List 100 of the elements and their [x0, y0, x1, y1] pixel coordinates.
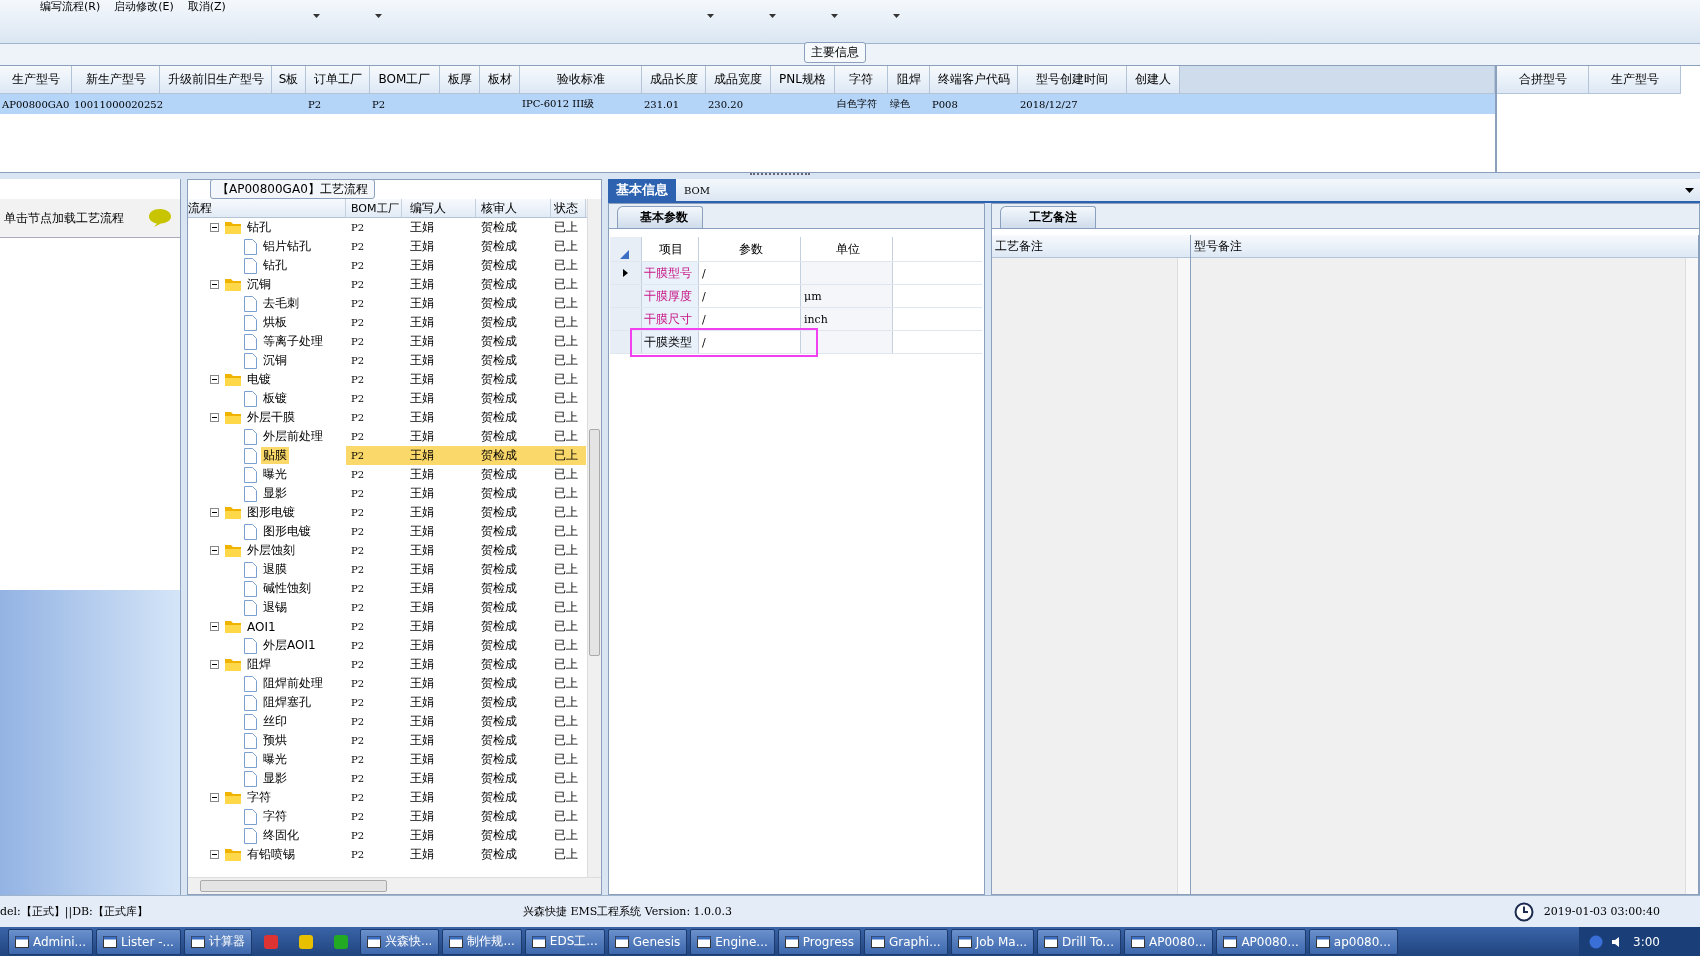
menu-item[interactable]: 取消(Z) [187, 0, 226, 13]
column-header[interactable]: 订单工厂 [306, 66, 370, 94]
taskbar-button[interactable]: Job Ma... [950, 928, 1035, 955]
column-header[interactable]: BOM工厂 [346, 199, 402, 217]
column-header[interactable]: PNL规格 [771, 66, 835, 94]
collapse-icon[interactable] [210, 622, 219, 631]
app-icon[interactable] [297, 933, 314, 950]
taskbar-button[interactable]: Engine... [690, 928, 775, 955]
tree-item[interactable]: 等离子处理 [261, 333, 325, 350]
tree-item[interactable]: 碱性蚀刻 [261, 580, 313, 597]
column-header[interactable]: 成品长度 [642, 66, 706, 94]
column-header[interactable]: 成品宽度 [706, 66, 771, 94]
tree-item[interactable]: 外层前处理 [261, 428, 325, 445]
tree-item[interactable]: 板镀 [261, 390, 289, 407]
table-cell[interactable]: μm [804, 289, 822, 303]
column-header[interactable]: 创建人 [1127, 66, 1180, 94]
taskbar-button[interactable]: Lister -... [96, 928, 181, 955]
tree-item[interactable]: 字符 [245, 789, 273, 806]
tree-item[interactable]: 曝光 [261, 466, 289, 483]
dropdown-arrow-icon[interactable] [375, 14, 382, 18]
column-header[interactable]: 流程 [188, 199, 346, 217]
clock-text[interactable]: 3:00 [1633, 934, 1660, 949]
tree-item[interactable]: 外层AOI1 [261, 637, 318, 654]
menu-item[interactable]: 编写流程(R) [40, 0, 101, 13]
tree-item[interactable]: 阻焊塞孔 [261, 694, 313, 711]
collapse-icon[interactable] [210, 413, 219, 422]
tree-item[interactable]: 外层蚀刻 [245, 542, 297, 559]
column-header[interactable]: 核审人 [476, 199, 551, 217]
table-row[interactable]: 干膜型号 / [610, 262, 982, 285]
column-header[interactable]: 合拼型号 [1497, 66, 1589, 94]
dropdown-arrow-icon[interactable] [707, 14, 714, 18]
taskbar-button[interactable]: AP0080... [1216, 928, 1306, 955]
tree-item[interactable]: 沉铜 [261, 352, 289, 369]
tree-item[interactable]: 预烘 [261, 732, 289, 749]
column-header[interactable]: 单位 [801, 237, 893, 261]
column-header[interactable]: 板材 [480, 66, 520, 94]
table-cell[interactable]: / [702, 312, 706, 326]
tree-item[interactable]: 电镀 [245, 371, 273, 388]
tab[interactable]: 基本参数 [617, 206, 703, 228]
tree-item[interactable]: 外层干膜 [245, 409, 297, 426]
taskbar-button[interactable]: Progress [777, 928, 862, 955]
column-header[interactable]: 状态 [551, 199, 586, 217]
tree-item[interactable]: 有铅喷锡 [245, 846, 297, 863]
tree-item[interactable]: 贴膜 [261, 447, 289, 464]
taskbar-button[interactable]: 制作规... [442, 928, 522, 955]
column-header[interactable]: 型号创建时间 [1018, 66, 1127, 94]
tree-item[interactable]: 字符 [261, 808, 289, 825]
taskbar-button[interactable]: Drill To... [1037, 928, 1121, 955]
taskbar-button[interactable]: 兴森快... [359, 928, 440, 955]
collapse-icon[interactable] [210, 375, 219, 384]
dropdown-arrow-icon[interactable] [893, 14, 900, 18]
tree-item[interactable]: 阻焊前处理 [261, 675, 325, 692]
scrollbar[interactable] [587, 199, 601, 877]
collapse-icon[interactable] [210, 223, 219, 232]
table-row[interactable]: 干膜厚度 / μm [610, 285, 982, 308]
scrollbar[interactable] [1685, 258, 1698, 894]
dropdown-arrow-icon[interactable] [831, 14, 838, 18]
tree-item[interactable]: 沉铜 [245, 276, 273, 293]
table-row[interactable]: 干膜类型 / [610, 331, 982, 354]
tree-item[interactable]: 丝印 [261, 713, 289, 730]
collapse-icon[interactable] [210, 508, 219, 517]
collapse-icon[interactable] [210, 850, 219, 859]
column-header[interactable]: 字符 [835, 66, 888, 94]
tree-item[interactable]: 退锡 [261, 599, 289, 616]
collapse-icon[interactable] [210, 660, 219, 669]
taskbar-button[interactable]: AP0080... [1123, 928, 1214, 955]
column-header[interactable]: 新生产型号 [72, 66, 160, 94]
column-header[interactable]: 参数 [699, 237, 801, 261]
column-header[interactable]: BOM工厂 [370, 66, 440, 94]
table-cell[interactable]: / [702, 289, 706, 303]
tree-item[interactable]: 退膜 [261, 561, 289, 578]
tree-item[interactable]: 烘板 [261, 314, 289, 331]
taskbar-button[interactable]: Graphi... [864, 928, 948, 955]
dropdown-arrow-icon[interactable] [1685, 188, 1694, 193]
tree-item[interactable]: 曝光 [261, 751, 289, 768]
corner-cell[interactable] [610, 237, 642, 261]
column-header[interactable]: 项目 [642, 237, 699, 261]
table-cell[interactable]: / [702, 335, 706, 349]
taskbar-button[interactable]: ap0080... [1308, 928, 1398, 955]
table-cell[interactable]: / [702, 266, 706, 280]
tree-item[interactable]: 铝片钻孔 [261, 238, 313, 255]
tree-item[interactable]: 去毛刺 [261, 295, 301, 312]
column-header[interactable]: 板厚 [440, 66, 480, 94]
column-header[interactable]: 阻焊 [888, 66, 930, 94]
column-header[interactable]: 升级前旧生产型号 [160, 66, 272, 94]
column-header[interactable]: 生产型号 [0, 66, 72, 94]
taskbar-button[interactable]: 计算器 [183, 928, 252, 955]
column-header[interactable]: 生产型号 [1589, 66, 1681, 94]
taskbar-button[interactable]: Admini... [8, 928, 94, 955]
scrollbar[interactable] [188, 877, 601, 894]
tree-item[interactable]: 显影 [261, 485, 289, 502]
table-row[interactable]: 干膜尺寸 / inch [610, 308, 982, 331]
dropdown-arrow-icon[interactable] [769, 14, 776, 18]
tree-item[interactable]: AOI1 [245, 619, 278, 634]
column-header[interactable]: 验收标准 [520, 66, 642, 94]
tree-item[interactable]: 图形电镀 [245, 504, 297, 521]
dropdown-arrow-icon[interactable] [313, 14, 320, 18]
taskbar-button[interactable]: EDS工... [524, 928, 605, 955]
app-icon[interactable] [332, 933, 349, 950]
tab[interactable]: 工艺备注 [1000, 206, 1096, 228]
